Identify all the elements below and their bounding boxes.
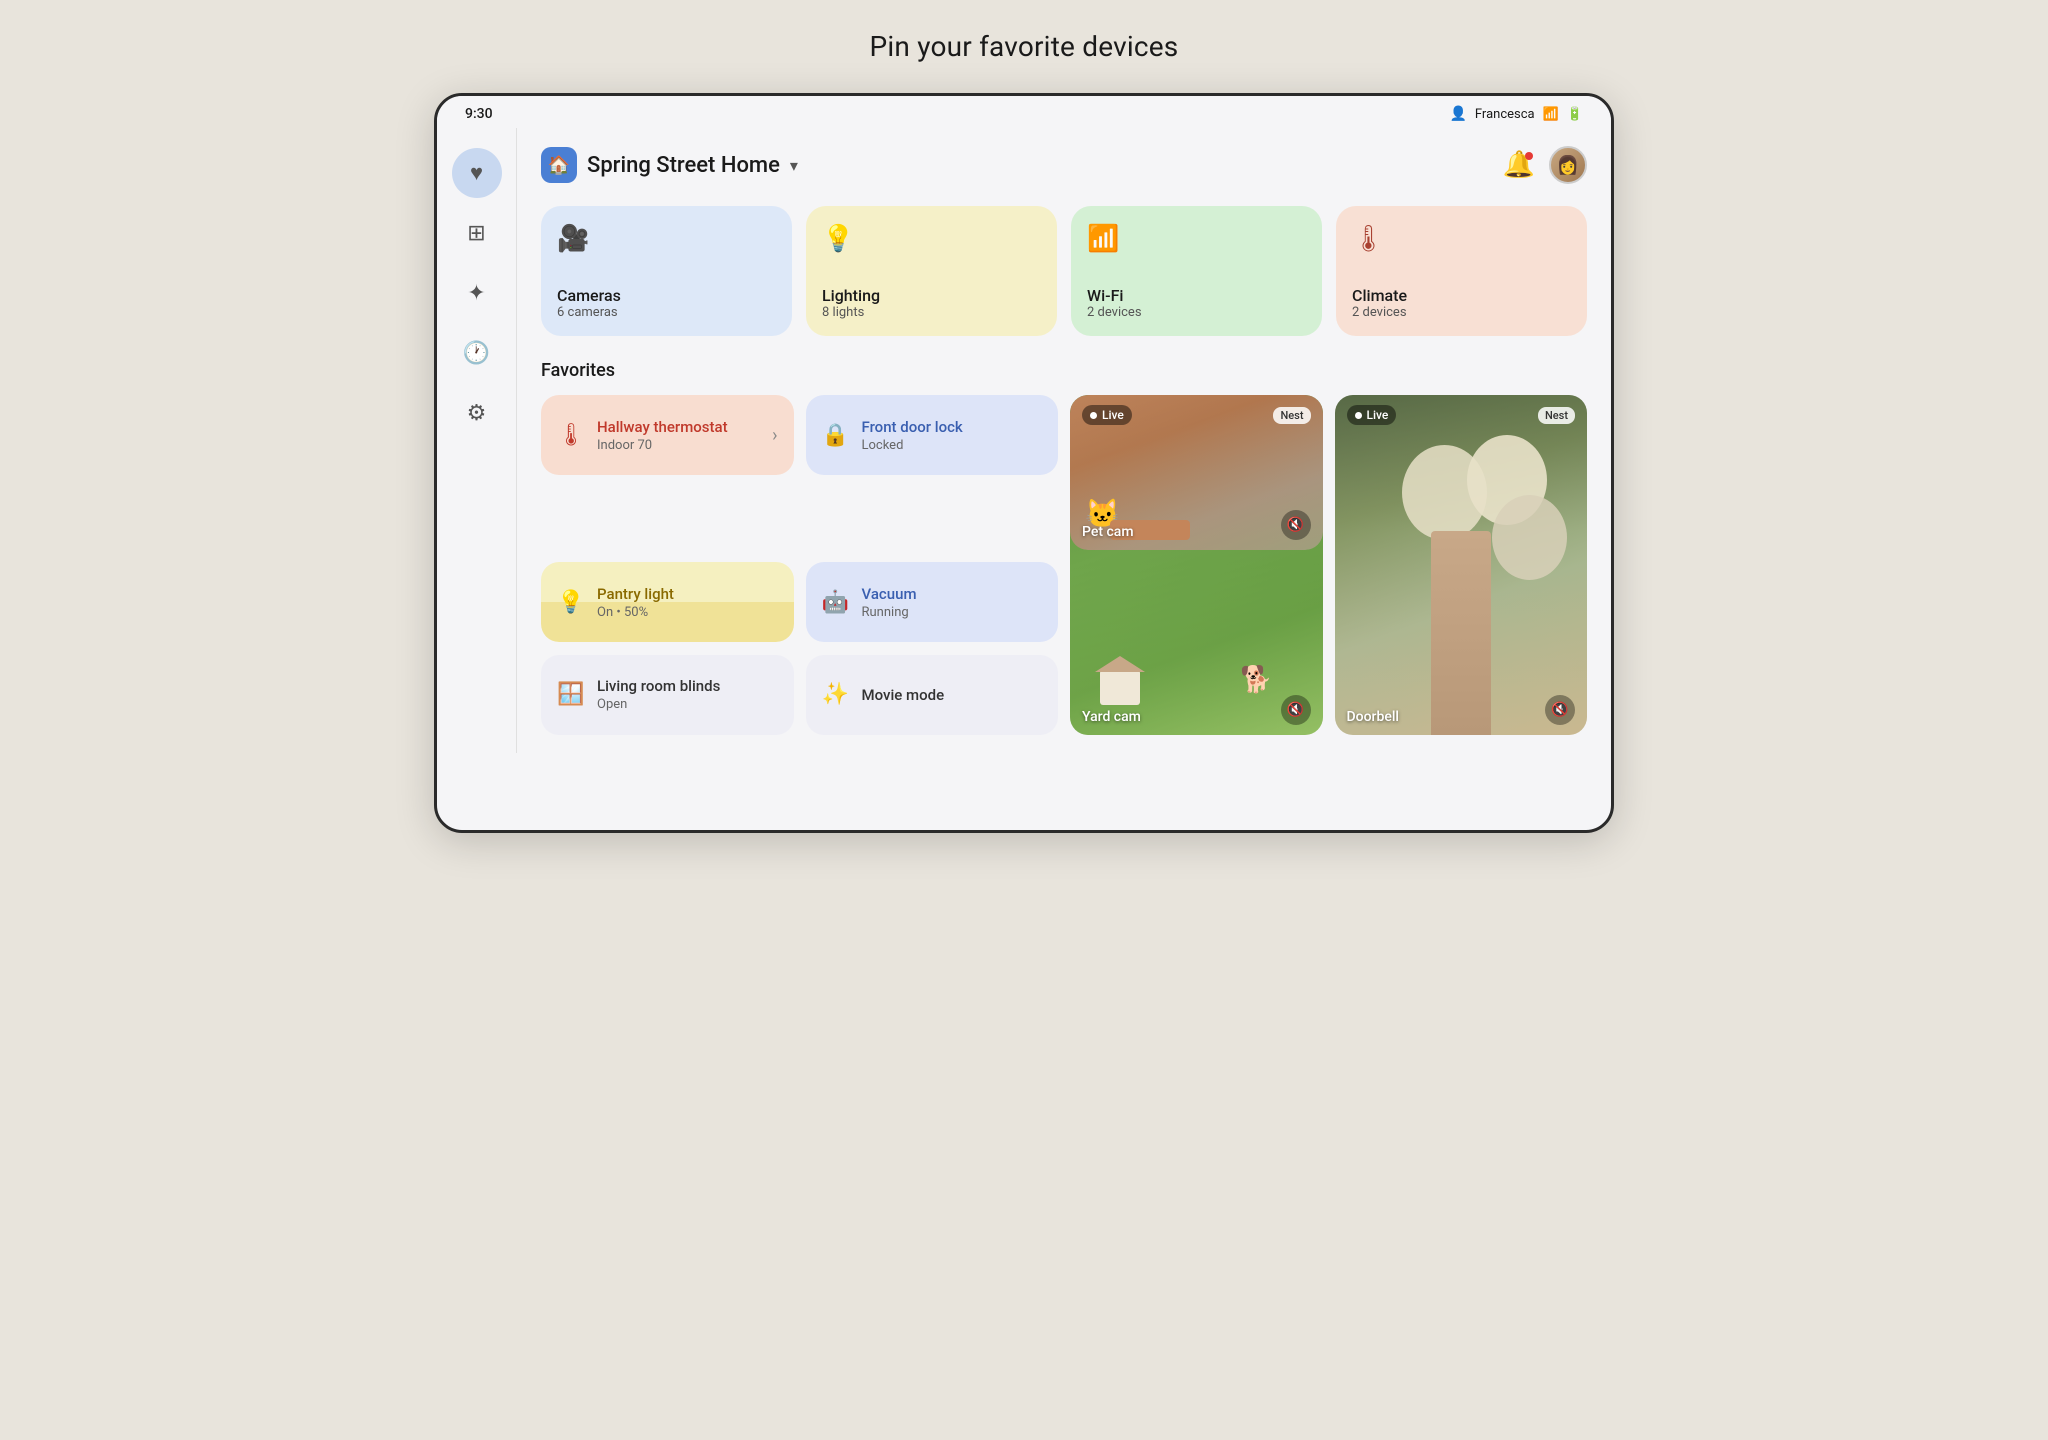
doorbell-mute-button[interactable]: 🔇 [1545, 695, 1575, 725]
battery-icon: 🔋 [1567, 107, 1583, 122]
blinds-icon: 🪟 [557, 682, 585, 707]
category-card-cameras[interactable]: 🎥 Cameras 6 cameras [541, 206, 792, 336]
status-bar: 9:30 👤 Francesca 📶 🔋 [437, 96, 1611, 128]
home-name: Spring Street Home [587, 153, 780, 178]
category-card-wifi[interactable]: 📶 Wi-Fi 2 devices [1071, 206, 1322, 336]
notifications-button[interactable]: 🔔 [1503, 150, 1535, 180]
thermostat-info: Hallway thermostat Indoor 70 [597, 418, 760, 453]
user-avatar-small: 👤 [1449, 106, 1466, 122]
climate-count: 2 devices [1352, 305, 1571, 320]
chevron-down-icon: ▾ [790, 156, 798, 175]
home-selector[interactable]: 🏠 Spring Street Home ▾ [541, 147, 798, 183]
sidebar-item-automations[interactable]: ✦ [452, 268, 502, 318]
wifi-icon: 📶 [1087, 224, 1306, 254]
sparkle-icon: ✨ [822, 682, 850, 707]
camera-icon: 🎥 [557, 224, 776, 254]
sidebar-item-history[interactable]: 🕐 [452, 328, 502, 378]
yard-cam-name: Yard cam [1082, 709, 1141, 725]
status-icons: 👤 Francesca 📶 🔋 [1449, 106, 1583, 122]
doorbell-live-label: Live [1367, 408, 1389, 422]
main-content: 🏠 Spring Street Home ▾ 🔔 👩 🎥 [517, 128, 1611, 753]
vacuum-sub: Running [862, 605, 1043, 620]
doorbell-overlay: Live Nest Doorbell 🔇 [1335, 395, 1588, 735]
bulb-icon: 💡 [557, 590, 585, 615]
notification-dot [1525, 152, 1533, 160]
favorite-doorbell-cam[interactable]: Live Nest Doorbell 🔇 [1335, 395, 1588, 735]
wifi-label: Wi-Fi [1087, 286, 1306, 305]
vacuum-info: Vacuum Running [862, 585, 1043, 620]
wifi-count: 2 devices [1087, 305, 1306, 320]
front-door-name: Front door lock [862, 418, 1043, 436]
gear-icon: ⚙ [467, 401, 487, 426]
pet-cam-mute-button[interactable]: 🔇 [1281, 510, 1311, 540]
favorite-thermostat[interactable]: 🌡 Hallway thermostat Indoor 70 › [541, 395, 794, 475]
thermostat-sub: Indoor 70 [597, 438, 760, 453]
lighting-label: Lighting [822, 286, 1041, 305]
doorbell-cam-name: Doorbell [1347, 709, 1399, 725]
yard-cam-mute-button[interactable]: 🔇 [1281, 695, 1311, 725]
climate-label: Climate [1352, 286, 1571, 305]
blinds-sub: Open [597, 697, 778, 712]
doorbell-bottom: Doorbell 🔇 [1347, 695, 1576, 725]
front-door-info: Front door lock Locked [862, 418, 1043, 453]
climate-icon: 🌡 [1352, 224, 1571, 254]
avatar[interactable]: 👩 [1549, 146, 1587, 184]
lighting-count: 8 lights [822, 305, 1041, 320]
sidebar-item-settings[interactable]: ⚙ [452, 388, 502, 438]
doorbell-nest-badge: Nest [1538, 407, 1575, 424]
history-icon: 🕐 [463, 341, 490, 366]
home-selector-icon: 🏠 [541, 147, 577, 183]
page-title: Pin your favorite devices [870, 30, 1179, 63]
heart-icon: ♥ [470, 160, 483, 186]
thermometer-icon: 🌡 [557, 423, 585, 448]
app-layout: ♥ ⊞ ✦ 🕐 ⚙ 🏠 Spring Street Home ▾ [437, 128, 1611, 753]
front-door-sub: Locked [862, 438, 1043, 453]
category-card-climate[interactable]: 🌡 Climate 2 devices [1336, 206, 1587, 336]
favorite-blinds[interactable]: 🪟 Living room blinds Open [541, 655, 794, 735]
sidebar: ♥ ⊞ ✦ 🕐 ⚙ [437, 128, 517, 753]
sparkle-icon: ✦ [467, 281, 485, 306]
favorite-front-door[interactable]: 🔒 Front door lock Locked [806, 395, 1059, 475]
vacuum-name: Vacuum [862, 585, 1043, 603]
favorites-section-label: Favorites [541, 360, 1587, 381]
sidebar-item-devices[interactable]: ⊞ [452, 208, 502, 258]
doorbell-live-badge: Live [1347, 405, 1397, 425]
favorite-pet-cam-real[interactable]: 🐱 Live Nest Pet cam 🔇 [1070, 395, 1323, 550]
pantry-light-name: Pantry light [597, 585, 778, 603]
blinds-name: Living room blinds [597, 677, 778, 695]
lock-icon: 🔒 [822, 423, 850, 448]
yard-cam-bottom: Yard cam 🔇 [1082, 695, 1311, 725]
content-header: 🏠 Spring Street Home ▾ 🔔 👩 [541, 146, 1587, 184]
user-name: Francesca [1475, 107, 1535, 122]
favorite-vacuum[interactable]: 🤖 Vacuum Running [806, 562, 1059, 642]
blinds-info: Living room blinds Open [597, 677, 778, 712]
wifi-status-icon: 📶 [1543, 107, 1559, 122]
vacuum-icon: 🤖 [822, 590, 850, 615]
thermostat-name: Hallway thermostat [597, 418, 760, 436]
doorbell-live-dot [1355, 412, 1362, 419]
favorites-grid: 🌡 Hallway thermostat Indoor 70 › 🔒 Front… [541, 395, 1587, 735]
sidebar-item-home[interactable]: ♥ [452, 148, 502, 198]
pet-cam-overlay: Live Nest Pet cam 🔇 [1070, 395, 1323, 550]
pantry-light-sub: On • 50% [597, 605, 778, 620]
tablet-frame: 9:30 👤 Francesca 📶 🔋 ♥ ⊞ ✦ 🕐 ⚙ [434, 93, 1614, 833]
favorite-movie-mode[interactable]: ✨ Movie mode [806, 655, 1059, 735]
favorite-pantry-light[interactable]: 💡 Pantry light On • 50% [541, 562, 794, 642]
cameras-label: Cameras [557, 286, 776, 305]
movie-mode-info: Movie mode [862, 686, 1043, 704]
status-time: 9:30 [465, 106, 493, 122]
category-card-lighting[interactable]: 💡 Lighting 8 lights [806, 206, 1057, 336]
doorbell-top: Live Nest [1347, 405, 1576, 425]
movie-mode-name: Movie mode [862, 686, 1043, 704]
cameras-count: 6 cameras [557, 305, 776, 320]
header-actions: 🔔 👩 [1503, 146, 1587, 184]
lighting-icon: 💡 [822, 224, 1041, 254]
grid-icon: ⊞ [467, 221, 485, 246]
category-cards: 🎥 Cameras 6 cameras 💡 Lighting 8 lights … [541, 206, 1587, 336]
pet-cam-live-badge: Live [1082, 405, 1132, 425]
pet-cam-name: Pet cam [1082, 524, 1134, 540]
pantry-light-info: Pantry light On • 50% [597, 585, 778, 620]
arrow-right-icon: › [772, 425, 777, 446]
